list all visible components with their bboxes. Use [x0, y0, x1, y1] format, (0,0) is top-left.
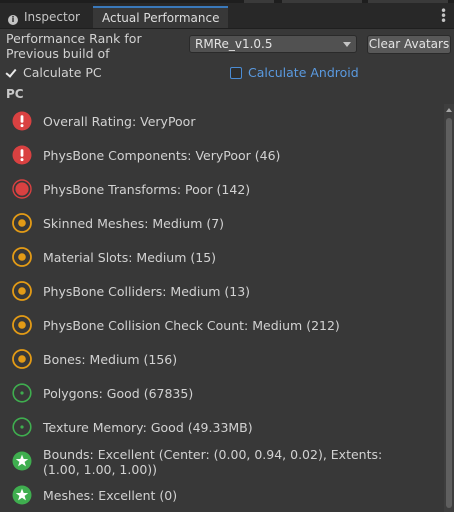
ring-dot-icon — [12, 315, 32, 335]
performance-rank-label: Performance Rank for Previous build of — [6, 31, 142, 61]
rating-label: PhysBone Components: VeryPoor (46) — [43, 148, 281, 163]
ring-dot-icon — [12, 247, 32, 267]
rating-label: PhysBone Collision Check Count: Medium (… — [43, 318, 340, 333]
ring-dot-icon — [12, 281, 32, 301]
build-select[interactable]: RMRe_v1.0.5 — [189, 35, 357, 53]
rating-row: Skinned Meshes: Medium (7) — [0, 206, 444, 240]
rating-label: Polygons: Good (67835) — [43, 386, 194, 401]
tab-inspector-label: Inspector — [24, 10, 80, 24]
section-header-pc: PC — [6, 87, 24, 101]
scrollbar[interactable] — [444, 104, 454, 512]
chevron-down-icon — [343, 42, 351, 47]
star-circle-icon — [12, 451, 32, 471]
calculate-android-label: Calculate Android — [248, 65, 359, 80]
exclamation-circle-icon — [12, 111, 32, 131]
tab-actual-performance[interactable]: Actual Performance — [93, 6, 228, 28]
tab-bar: i Inspector Actual Performance • • • — [0, 3, 454, 29]
filled-circle-icon — [12, 179, 32, 199]
rating-row: Material Slots: Medium (15) — [0, 240, 444, 274]
rating-label: Overall Rating: VeryPoor — [43, 114, 196, 129]
ring-dot-icon — [12, 349, 32, 369]
ratings-list: Overall Rating: VeryPoor PhysBone Compone… — [0, 104, 444, 512]
star-circle-icon — [12, 485, 32, 505]
ring-dot-icon — [12, 213, 32, 233]
build-select-value: RMRe_v1.0.5 — [195, 37, 273, 51]
calculate-android-checkbox[interactable] — [230, 67, 242, 79]
rating-row: PhysBone Colliders: Medium (13) — [0, 274, 444, 308]
rating-label: Meshes: Excellent (0) — [43, 488, 178, 503]
scrollbar-thumb[interactable] — [446, 118, 452, 508]
rating-row: PhysBone Components: VeryPoor (46) — [0, 138, 444, 172]
calculate-pc-label: Calculate PC — [23, 65, 102, 80]
rating-label: Texture Memory: Good (49.33MB) — [43, 420, 253, 435]
small-dot-circle-icon — [12, 417, 32, 437]
rating-label: Skinned Meshes: Medium (7) — [43, 216, 225, 231]
rating-label: PhysBone Transforms: Poor (142) — [43, 182, 251, 197]
rating-label: Bones: Medium (156) — [43, 352, 178, 367]
small-dot-circle-icon — [12, 383, 32, 403]
rating-row: Polygons: Good (67835) — [0, 376, 444, 410]
rating-label: Material Slots: Medium (15) — [43, 250, 217, 265]
rating-row: Texture Memory: Good (49.33MB) — [0, 410, 444, 444]
rating-row: PhysBone Collision Check Count: Medium (… — [0, 308, 444, 342]
more-options-icon[interactable]: • • • — [440, 5, 447, 27]
rating-label: Bounds: Excellent (Center: (0.00, 0.94, … — [43, 447, 383, 477]
rating-row: Overall Rating: VeryPoor — [0, 104, 444, 138]
rating-row: Meshes: Excellent (0) — [0, 478, 444, 512]
rating-row: Bones: Medium (156) — [0, 342, 444, 376]
tab-actual-performance-label: Actual Performance — [102, 11, 220, 25]
rating-label: PhysBone Colliders: Medium (13) — [43, 284, 251, 299]
scroll-up-arrow-icon[interactable] — [446, 108, 452, 112]
rating-row: PhysBone Transforms: Poor (142) — [0, 172, 444, 206]
clear-avatars-button[interactable]: Clear Avatars — [367, 35, 451, 54]
exclamation-circle-icon — [12, 145, 32, 165]
rating-row: Bounds: Excellent (Center: (0.00, 0.94, … — [0, 444, 444, 478]
calculate-pc-checkbox[interactable] — [5, 67, 17, 79]
tab-inspector[interactable]: i Inspector — [0, 6, 92, 28]
info-icon: i — [8, 15, 18, 25]
